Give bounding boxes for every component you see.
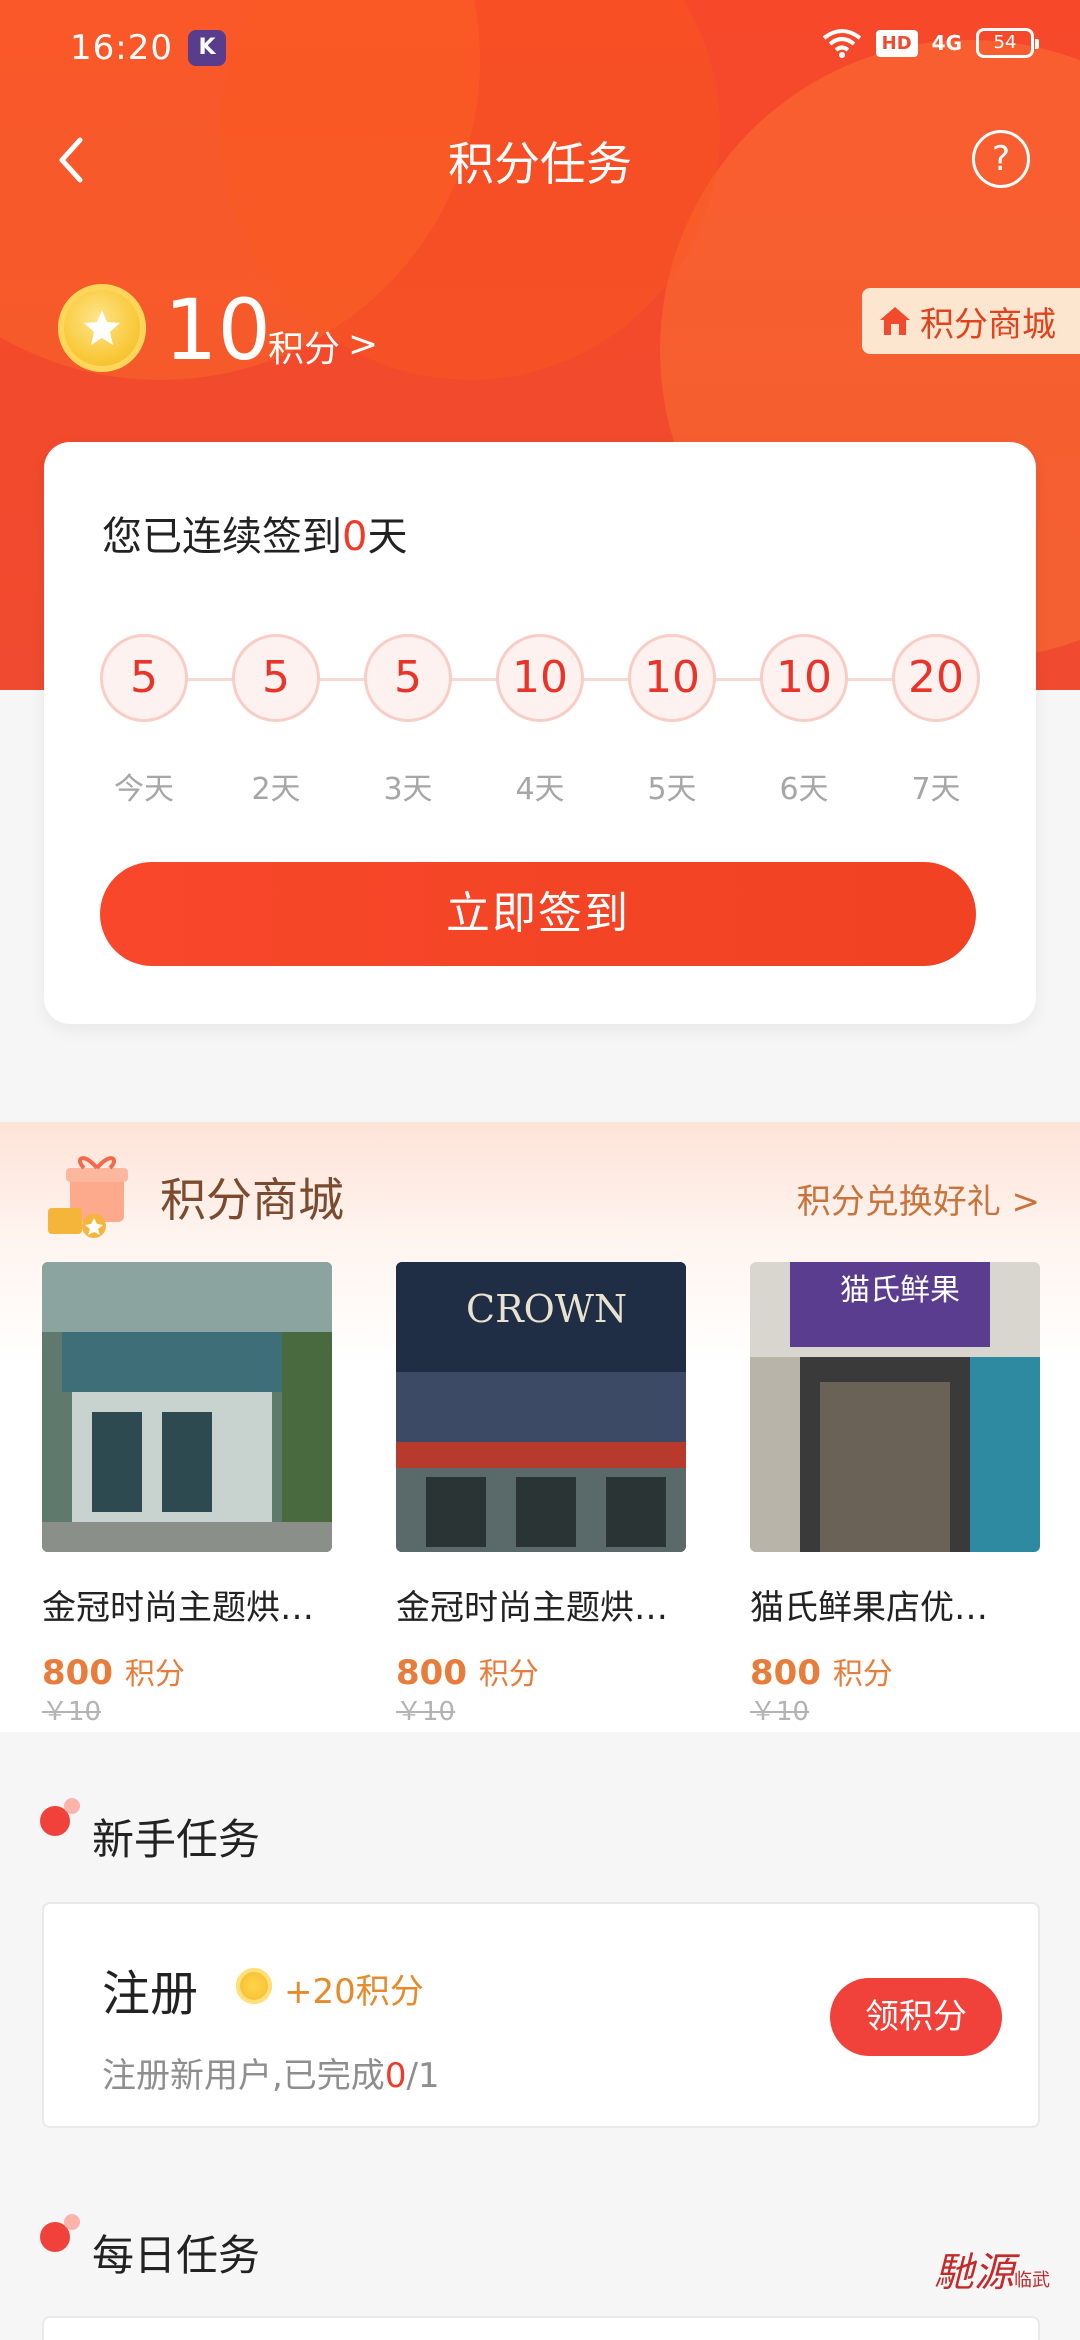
day-points: 10 [496,634,584,722]
coin-icon [58,284,146,372]
signin-days: 5 5 5 10 10 10 20 [100,634,980,724]
task-done-count: 0 [384,2056,407,2096]
product-image[interactable]: 猫氏鲜果 [750,1262,1040,1552]
product-card[interactable]: CROWN 金冠时尚主题烘… 800 积分 ￥10 [396,1262,686,1728]
storefront-sign: 猫氏鲜果 [840,1273,960,1308]
day-label: 今天 [114,772,174,807]
section-dot-icon [40,2214,80,2252]
help-icon[interactable]: ? [972,130,1030,188]
price-value: 800 [396,1653,467,1693]
product-name: 金冠时尚主题烘… [396,1588,668,1628]
product-card[interactable]: 猫氏鲜果 猫氏鲜果店优… 800 积分 ￥10 [750,1262,1040,1728]
product-name: 猫氏鲜果店优… [750,1588,988,1628]
product-original-price: ￥10 [42,1697,102,1727]
task-description: 注册新用户,已完成0/1 [102,2048,440,2097]
status-time: 16:20 [70,28,173,68]
task-name: 注册 [102,1966,199,2022]
streak-days: 0 [342,514,368,560]
points-unit[interactable]: 积分 [268,320,340,372]
product-name: 金冠时尚主题烘… [42,1588,314,1628]
day-label: 4天 [515,772,565,807]
price-value: 800 [42,1653,113,1693]
product-image[interactable]: CROWN [396,1262,686,1552]
mall-title: 积分商城 [160,1173,344,1227]
storefront-sign: CROWN [466,1287,627,1331]
day-label: 7天 [911,772,961,807]
signin-card: 您已连续签到0天 5 5 5 10 10 10 20 今天 2天 3天 4天 5… [44,442,1036,1024]
price-unit: 积分 [124,1657,185,1692]
price-value: 800 [750,1653,821,1693]
task-card-register: 注册 +20积分 注册新用户,已完成0/1 领积分 [42,1902,1040,2128]
product-original-price: ￥10 [396,1697,456,1727]
nav-bar: 积分任务 ? [0,110,1080,210]
page-title: 积分任务 [448,137,632,191]
newbie-tasks-title: 新手任务 [92,1815,261,1864]
daily-task-card [42,2316,1040,2340]
hd-icon: HD [875,29,918,57]
app-badge-icon: K [188,30,226,66]
signin-button[interactable]: 立即签到 [100,862,976,966]
price-unit: 积分 [478,1657,539,1692]
watermark-text: 馳源 [934,2250,1014,2296]
day-label: 6天 [779,772,829,807]
day-label: 5天 [647,772,697,807]
claim-points-button[interactable]: 领积分 [830,1978,1002,2056]
points-mall-label: 积分商城 [920,304,1056,345]
points-value[interactable]: 10 [164,282,271,378]
chevron-right-icon[interactable]: > [348,324,378,365]
day-label: 2天 [251,772,301,807]
house-icon [880,307,910,335]
streak-suffix: 天 [367,514,408,560]
product-card[interactable]: 金冠时尚主题烘… 800 积分 ￥10 [42,1262,332,1728]
product-price: 800 积分 [396,1649,686,1693]
signin-streak: 您已连续签到0天 [102,504,407,562]
wifi-icon [822,28,862,58]
daily-tasks-title: 每日任务 [92,2231,261,2280]
day-points: 10 [760,634,848,722]
points-mall-section: 积分商城 积分兑换好礼 > 金冠时尚主题烘… 800 积分 ￥10 CROWN [0,1122,1080,1732]
watermark-logo: 馳源临武 [934,2240,1050,2298]
points-mall-button[interactable]: 积分商城 [862,288,1080,354]
price-unit: 积分 [832,1657,893,1692]
watermark-small: 临武 [1014,2270,1050,2291]
day-points: 5 [232,634,320,722]
day-points: 5 [364,634,452,722]
day-points: 10 [628,634,716,722]
streak-prefix: 您已连续签到 [102,514,342,560]
day-points: 20 [892,634,980,722]
coin-icon [236,1968,272,2004]
status-bar: 16:20 K HD 4G 54 [0,0,1080,96]
day-label: 3天 [383,772,433,807]
gift-icon [48,1156,128,1238]
product-image[interactable] [42,1262,332,1552]
day-points: 5 [100,634,188,722]
mall-more-link[interactable]: 积分兑换好礼 > [797,1174,1040,1223]
product-price: 800 积分 [42,1649,332,1693]
section-dot-icon [40,1798,80,1836]
task-reward: +20积分 [284,1972,424,2012]
product-original-price: ￥10 [750,1697,810,1727]
signal-icon: 4G [931,31,962,55]
task-desc-suffix: /1 [406,2056,440,2096]
task-desc-prefix: 注册新用户,已完成 [102,2056,385,2096]
battery-icon: 54 [976,28,1039,58]
product-price: 800 积分 [750,1649,1040,1693]
